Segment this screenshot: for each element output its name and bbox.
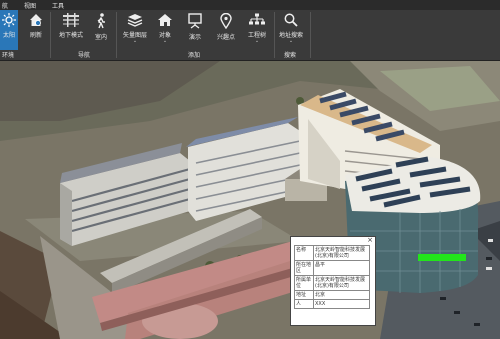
walk-icon [97, 13, 105, 29]
3d-map-viewport[interactable] [0, 61, 500, 339]
info-value: 北京天岭智能科技发展(北京)有限公司 [313, 245, 370, 261]
close-icon[interactable]: × [367, 237, 373, 244]
poi-button[interactable]: 兴趣点 [212, 10, 240, 50]
menu-item-view[interactable]: 视图 [24, 1, 36, 10]
tree-icon [249, 13, 265, 25]
presentation-icon [188, 13, 202, 29]
vector-layer-button[interactable]: 矢量图层 ⌄ [120, 10, 150, 50]
menu-bar: 航 视图 工具 [0, 0, 500, 10]
info-key: 所属单位 [294, 275, 314, 291]
house-object-icon [158, 14, 172, 26]
chevron-down-icon[interactable]: ⌄ [163, 39, 167, 44]
info-popup: × 名称 北京天岭智能科技发展(北京)有限公司 所在地区 昌平 所属单位 北京天… [290, 236, 376, 326]
info-key: 所在地区 [294, 260, 314, 276]
address-search-button[interactable]: 地址搜索 ⌄ [277, 10, 305, 50]
search-icon [284, 13, 298, 27]
separator [50, 12, 51, 58]
info-key: 名称 [294, 245, 314, 261]
table-row: 名称 北京天岭智能科技发展(北京)有限公司 [294, 245, 370, 261]
chevron-down-icon[interactable]: ⌄ [289, 39, 293, 44]
sun-button[interactable]: 太阳 [0, 10, 18, 50]
info-table: 名称 北京天岭智能科技发展(北京)有限公司 所在地区 昌平 所属单位 北京天岭智… [294, 245, 370, 309]
separator [310, 12, 311, 58]
layers-icon [127, 14, 143, 27]
poi-label: 兴趣点 [216, 34, 235, 41]
info-key: 地址 [294, 290, 314, 300]
info-value: XXX [313, 299, 370, 309]
info-value: 北京天岭智能科技发展(北京)有限公司 [313, 275, 370, 291]
presentation-label: 演示 [188, 34, 201, 41]
table-row: 人 XXX [294, 299, 370, 309]
chevron-down-icon[interactable]: ⌄ [133, 39, 137, 44]
highlight-marker [418, 254, 466, 261]
indoor-button[interactable]: 室内 [90, 10, 112, 50]
info-key: 人 [294, 299, 314, 309]
refresh-button[interactable]: 刷新 [26, 10, 46, 50]
menu-item-nav[interactable]: 航 [2, 1, 8, 10]
table-row: 所在地区 昌平 [294, 260, 370, 276]
table-row: 所属单位 北京天岭智能科技发展(北京)有限公司 [294, 275, 370, 291]
info-value: 北京 [313, 290, 370, 300]
chevron-down-icon[interactable]: ⌄ [255, 39, 259, 44]
info-value: 昌平 [313, 260, 370, 276]
presentation-button[interactable]: 演示 [184, 10, 206, 50]
underground-icon [63, 13, 79, 27]
menu-item-tools[interactable]: 工具 [52, 1, 64, 10]
indoor-label: 室内 [94, 34, 107, 41]
group-label-search: 搜索 [284, 52, 297, 59]
group-label-environment: 环境 [2, 52, 15, 59]
object-button[interactable]: 对象 ⌄ [154, 10, 176, 50]
project-tree-button[interactable]: 工程树 ⌄ [244, 10, 270, 50]
table-row: 地址 北京 [294, 290, 370, 300]
group-label-add: 添加 [188, 52, 201, 59]
underground-label: 地下模式 [58, 32, 83, 39]
separator [274, 12, 275, 58]
ribbon-toolbar: 太阳 刷新 环境 地下模式 室内 导航 矢量图层 ⌄ 对象 ⌄ 演示 兴趣点 工… [0, 10, 500, 61]
home-refresh-icon [30, 14, 42, 26]
separator [116, 12, 117, 58]
sun-label: 太阳 [2, 32, 15, 39]
sun-icon [2, 13, 16, 27]
group-label-navigation: 导航 [78, 52, 91, 59]
pin-icon [220, 13, 232, 29]
underground-mode-button[interactable]: 地下模式 [56, 10, 86, 50]
refresh-label: 刷新 [29, 32, 42, 39]
